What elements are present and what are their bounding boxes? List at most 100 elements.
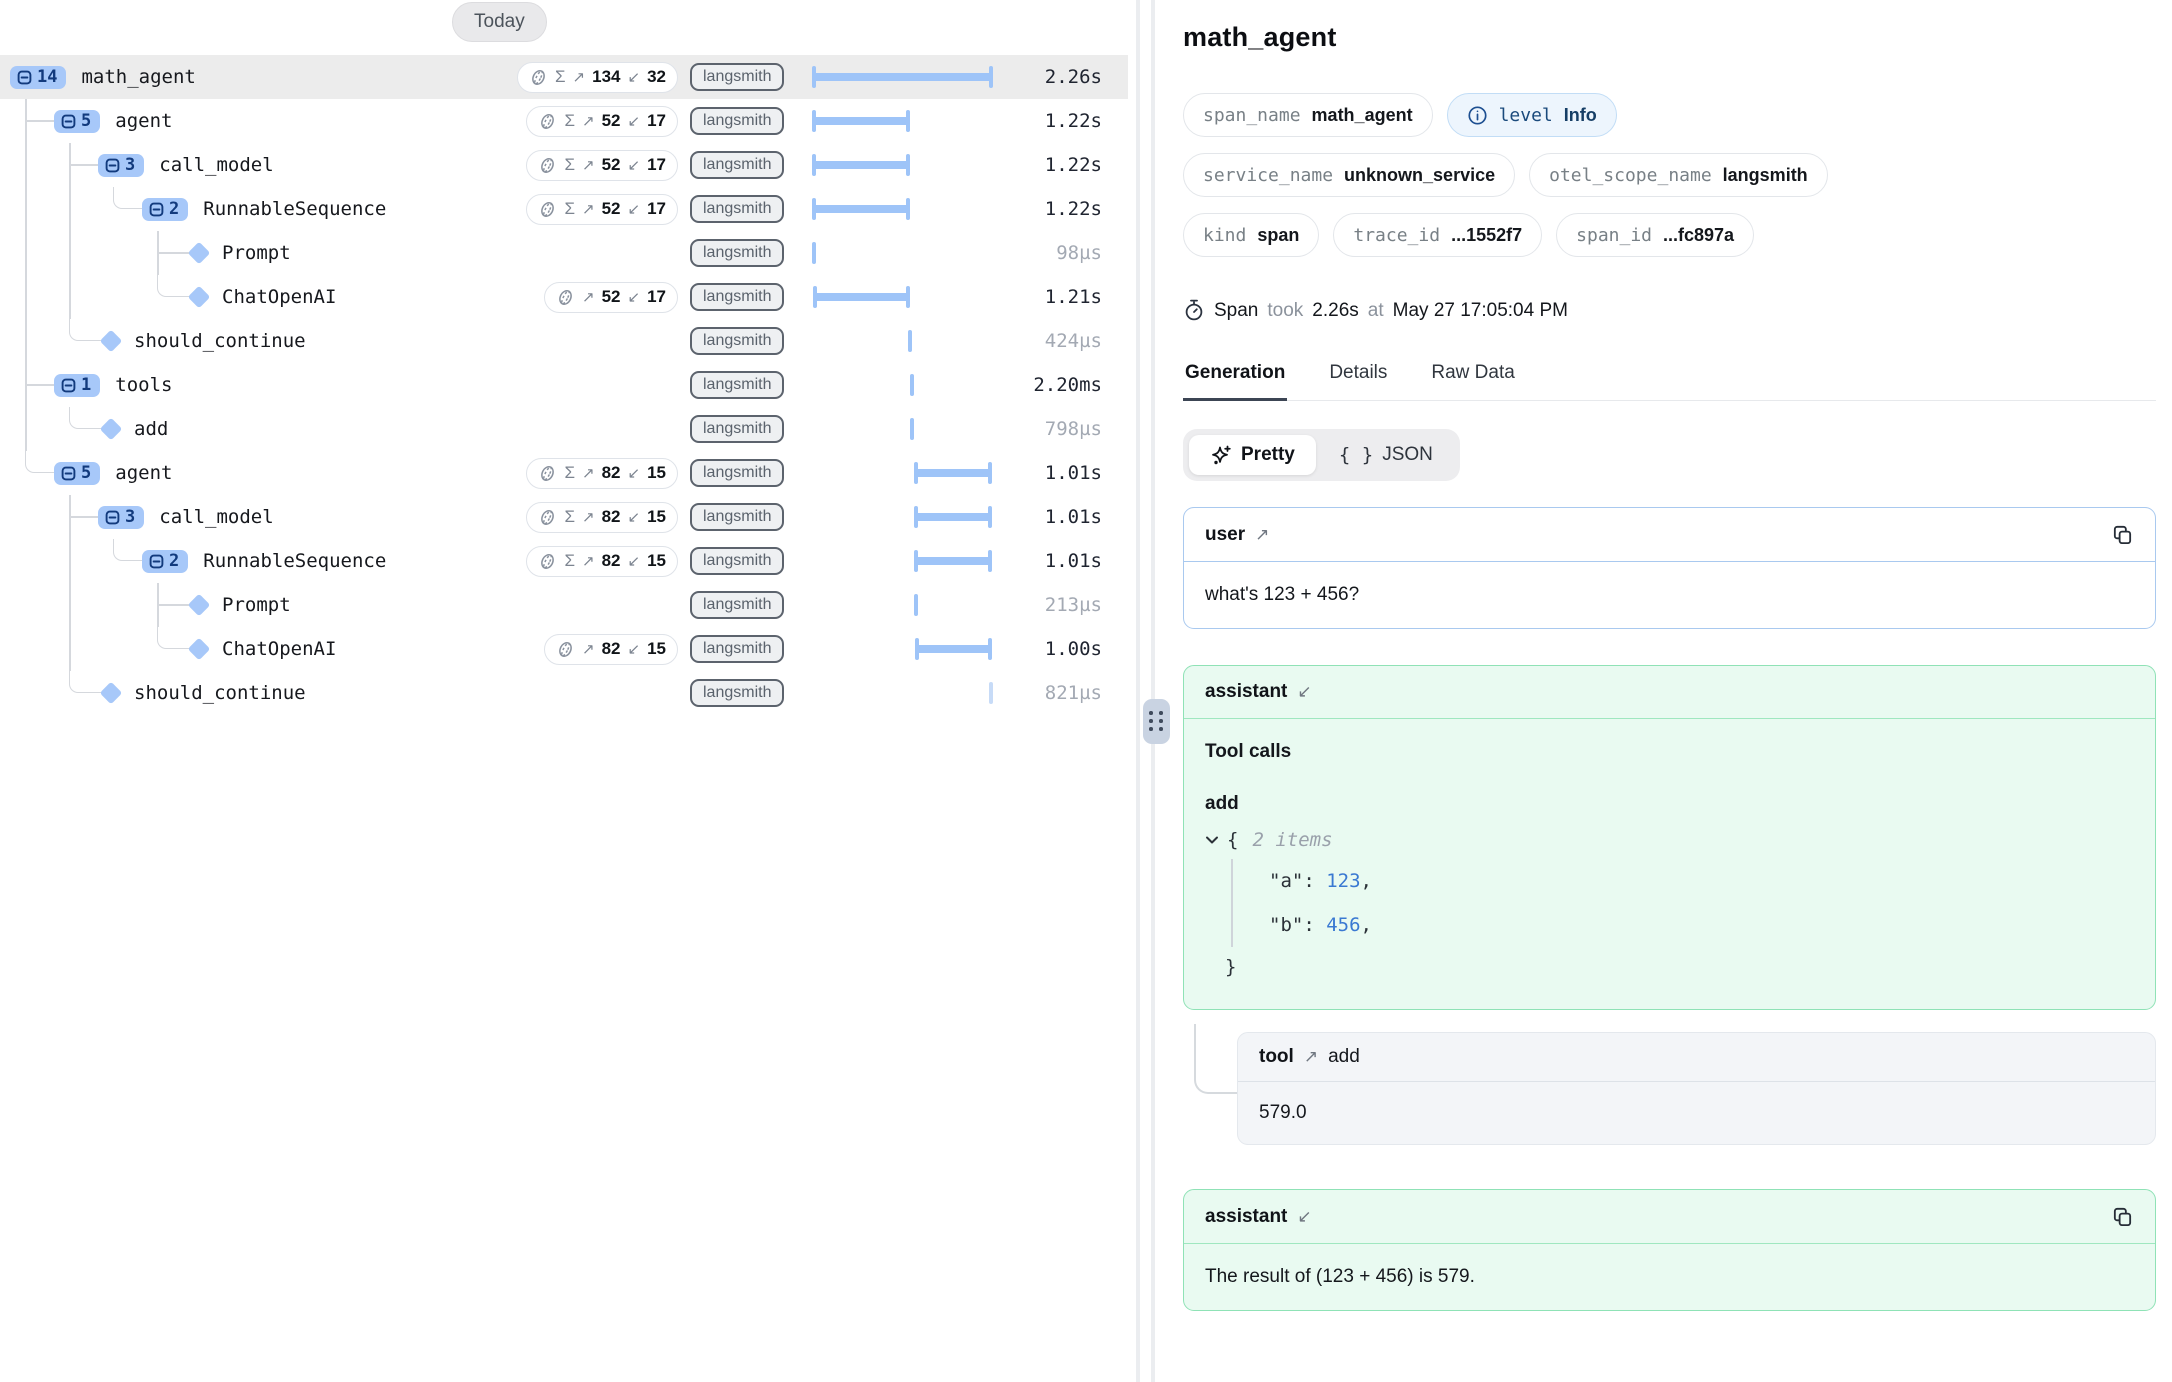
- langsmith-tag: langsmith: [690, 459, 784, 487]
- child-count: 2: [169, 201, 179, 218]
- tree-cell: 1tools: [0, 363, 520, 407]
- output-tokens-arrow-icon: ↙: [628, 68, 641, 86]
- duration-label: 1.22s: [1000, 198, 1128, 220]
- trace-row-tools[interactable]: 1toolslangsmith2.20ms: [0, 363, 1128, 407]
- trace-row-math_agent[interactable]: 14math_agentΣ↗134↙32langsmith2.26s: [0, 55, 1128, 99]
- trace-row-Prompt[interactable]: Promptlangsmith98µs: [0, 231, 1128, 275]
- message-header: assistant ↙: [1184, 1190, 2155, 1244]
- tree-cell: 3call_model: [0, 143, 520, 187]
- json-entry: "b": 456,: [1269, 903, 2134, 947]
- json-entry: "a": 123,: [1269, 859, 2134, 903]
- langsmith-tag: langsmith: [690, 591, 784, 619]
- grip-dots-icon: [1149, 711, 1164, 732]
- pill-value: Info: [1564, 105, 1597, 126]
- chevron-down-icon[interactable]: [1205, 835, 1219, 845]
- trace-row-Prompt[interactable]: Prompt langsmith 213µs: [0, 583, 1128, 627]
- collapse-badge[interactable]: 2: [142, 550, 188, 573]
- duration-label: 213µs: [1000, 594, 1128, 616]
- tool-calls-label: Tool calls: [1205, 741, 2134, 763]
- trace-tree: 14math_agentΣ↗134↙32langsmith2.26s5agent…: [0, 55, 1128, 715]
- input-tokens-arrow-icon: ↗: [582, 200, 595, 218]
- copy-button[interactable]: [2111, 523, 2134, 546]
- output-tokens: 15: [647, 639, 666, 659]
- duration-bar: [914, 513, 992, 521]
- cost-icon: [538, 156, 557, 175]
- sigma-icon: Σ: [564, 463, 575, 483]
- tab-raw-data[interactable]: Raw Data: [1429, 362, 1516, 400]
- collapse-badge[interactable]: 14: [10, 66, 66, 89]
- sigma-icon: Σ: [564, 111, 575, 131]
- span-name: should_continue: [134, 682, 306, 704]
- token-stats-pill: Σ↗52↙17: [526, 106, 678, 137]
- tab-generation[interactable]: Generation: [1183, 362, 1287, 401]
- trace-row-should_continue[interactable]: should_continuelangsmith821µs: [0, 671, 1128, 715]
- collapse-badge[interactable]: 2: [142, 198, 188, 221]
- message-header: assistant ↙: [1184, 666, 2155, 719]
- level-pill: levelInfo: [1447, 93, 1617, 137]
- collapse-icon: [105, 510, 120, 525]
- langsmith-tag: langsmith: [690, 415, 784, 443]
- trace-row-RunnableSequence[interactable]: 2RunnableSequenceΣ↗82↙15langsmith1.01s: [0, 539, 1128, 583]
- input-tokens-arrow-icon: ↗: [582, 112, 595, 130]
- cost-icon: [556, 288, 575, 307]
- langsmith-tag: langsmith: [690, 239, 784, 267]
- json-toggle[interactable]: { } JSON: [1318, 435, 1454, 475]
- tree-guide-line: [69, 231, 71, 275]
- output-tokens: 17: [647, 155, 666, 175]
- role-label: user: [1205, 524, 1245, 546]
- collapse-badge[interactable]: 1: [54, 374, 100, 397]
- collapse-badge[interactable]: 3: [98, 154, 144, 177]
- tree-cell: Prompt: [0, 583, 520, 627]
- input-tokens: 82: [602, 639, 621, 659]
- output-tokens-arrow-icon: ↙: [628, 112, 641, 130]
- span-name: agent: [115, 110, 172, 132]
- duration-label: 1.01s: [1000, 506, 1128, 528]
- trace-row-call_model[interactable]: 3call_modelΣ↗52↙17langsmith1.22s: [0, 143, 1128, 187]
- span_name-pill: span_namemath_agent: [1183, 93, 1433, 137]
- pretty-toggle[interactable]: Pretty: [1189, 435, 1316, 475]
- today-button[interactable]: Today: [452, 2, 547, 42]
- stats-cell: Σ↗82↙15: [520, 502, 690, 533]
- outbound-arrow-icon: ↗: [1255, 525, 1269, 545]
- trace-row-agent[interactable]: 5agentΣ↗82↙15langsmith1.01s: [0, 451, 1128, 495]
- span-detail-panel: math_agent span_namemath_agentlevelInfos…: [1170, 0, 2172, 1382]
- trace-row-add[interactable]: addlangsmith798µs: [0, 407, 1128, 451]
- tool-call-function-name: add: [1205, 793, 2134, 815]
- trace-row-ChatOpenAI[interactable]: ChatOpenAI↗82↙15langsmith1.00s: [0, 627, 1128, 671]
- trace-row-call_model[interactable]: 3call_modelΣ↗82↙15langsmith1.01s: [0, 495, 1128, 539]
- metadata-pills: span_namemath_agentlevelInfoservice_name…: [1183, 93, 2156, 257]
- tag-cell: langsmith: [690, 679, 810, 707]
- tag-cell: langsmith: [690, 107, 810, 135]
- output-tokens: 17: [647, 287, 666, 307]
- tag-cell: langsmith: [690, 635, 810, 663]
- tree-cell: add: [0, 407, 520, 451]
- trace-row-RunnableSequence[interactable]: 2RunnableSequenceΣ↗52↙17langsmith1.22s: [0, 187, 1128, 231]
- trace-row-ChatOpenAI[interactable]: ChatOpenAI↗52↙17langsmith1.21s: [0, 275, 1128, 319]
- span-name: math_agent: [81, 66, 195, 88]
- input-tokens-arrow-icon: ↗: [582, 464, 595, 482]
- span-name: ChatOpenAI: [222, 638, 336, 660]
- panel-resize-handle[interactable]: [1143, 699, 1170, 744]
- collapse-badge[interactable]: 5: [54, 462, 100, 485]
- stats-cell: Σ↗52↙17: [520, 106, 690, 137]
- duration-tick: [910, 374, 914, 396]
- duration-bar: [813, 293, 910, 301]
- waterfall-cell: [810, 495, 1000, 539]
- sigma-icon: Σ: [564, 199, 575, 219]
- trace-row-should_continue[interactable]: should_continuelangsmith424µs: [0, 319, 1128, 363]
- duration-label: 1.01s: [1000, 462, 1128, 484]
- pill-key: kind: [1203, 225, 1246, 246]
- tree-guide-line: [69, 187, 71, 231]
- copy-button[interactable]: [2111, 1205, 2134, 1228]
- input-tokens-arrow-icon: ↗: [573, 68, 586, 86]
- tree-cell: 3call_model: [0, 495, 520, 539]
- tab-details[interactable]: Details: [1327, 362, 1389, 400]
- cost-icon: [529, 68, 548, 87]
- pill-key: trace_id: [1353, 225, 1440, 246]
- pill-value: unknown_service: [1344, 165, 1495, 186]
- langsmith-tag: langsmith: [690, 63, 784, 91]
- kind-pill: kindspan: [1183, 213, 1319, 257]
- collapse-badge[interactable]: 3: [98, 506, 144, 529]
- collapse-badge[interactable]: 5: [54, 110, 100, 133]
- trace-row-agent[interactable]: 5agentΣ↗52↙17langsmith1.22s: [0, 99, 1128, 143]
